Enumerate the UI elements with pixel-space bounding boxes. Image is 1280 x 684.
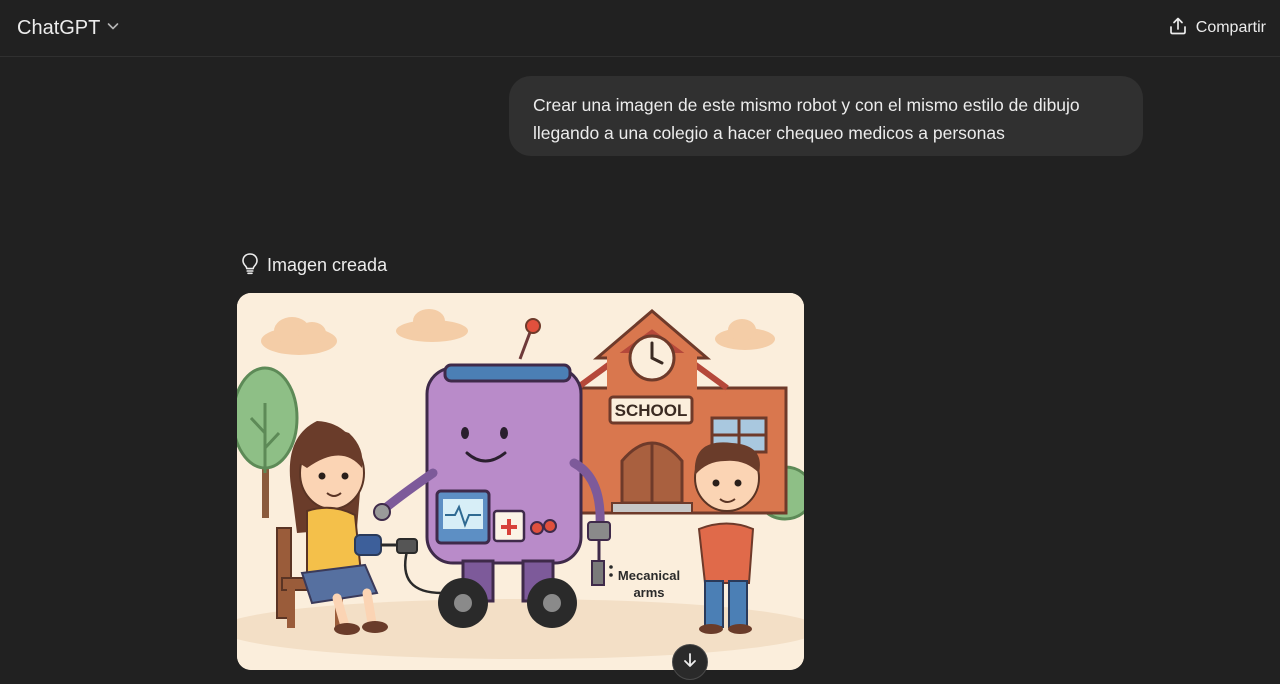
lightbulb-icon [239,251,261,280]
model-name: ChatGPT [17,16,101,39]
image-status: Imagen creada [239,252,387,278]
arrow-down-icon [681,651,699,674]
model-switcher[interactable]: ChatGPT [17,14,120,42]
user-message: Crear una imagen de este mismo robot y c… [509,76,1143,156]
annotation-line-2: arms [633,585,664,600]
generated-image[interactable]: SCHOOL Mecanical arms [237,293,804,670]
school-sign-text: SCHOOL [615,401,688,420]
chevron-down-icon [106,19,120,38]
share-button[interactable]: Compartir [1168,14,1266,42]
share-label: Compartir [1195,19,1266,36]
top-bar: ChatGPT Compartir [0,0,1280,57]
image-status-label: Imagen creada [267,254,388,275]
share-upload-icon [1168,16,1188,41]
scroll-down-button[interactable] [672,644,708,680]
robot-school-illustration: SCHOOL Mecanical arms [237,293,804,670]
annotation-line-1: Mecanical [618,568,680,583]
